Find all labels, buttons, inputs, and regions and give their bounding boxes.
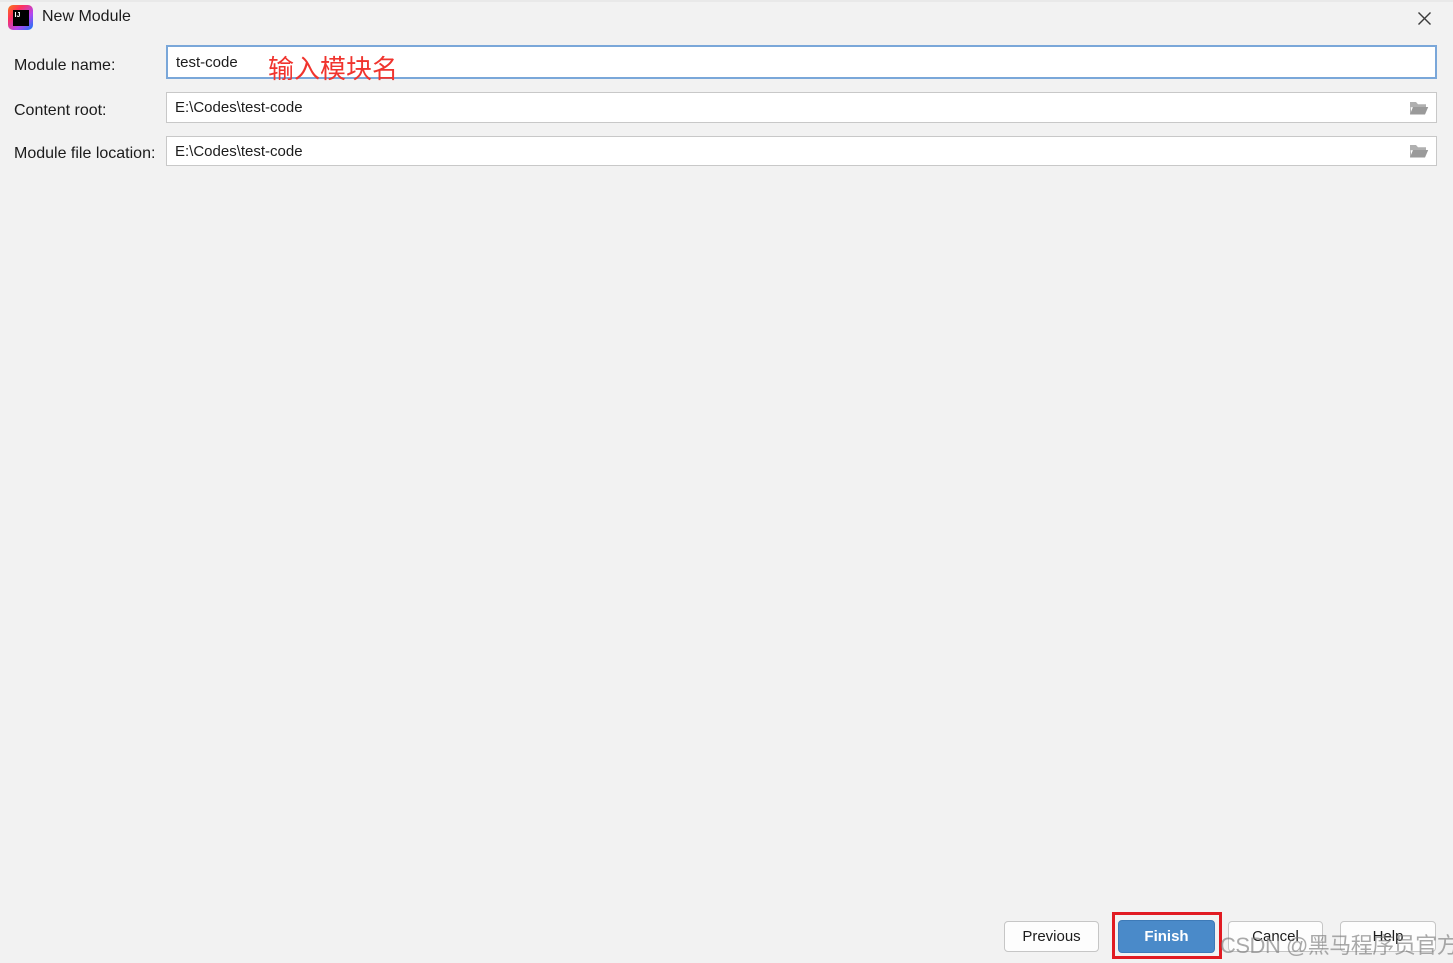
module-name-input[interactable] — [166, 45, 1437, 79]
module-file-location-input[interactable] — [166, 136, 1437, 166]
content-root-input[interactable] — [166, 92, 1437, 123]
open-folder-icon — [1410, 101, 1429, 114]
module-name-label: Module name: — [14, 57, 116, 74]
module-file-location-browse-button[interactable] — [1406, 140, 1432, 162]
close-icon — [1417, 11, 1431, 25]
content-root-label: Content root: — [14, 102, 107, 119]
module-file-location-label: Module file location: — [14, 145, 156, 162]
window-title: New Module — [42, 8, 131, 25]
title-bar: IJ New Module — [0, 0, 1453, 36]
open-folder-icon — [1410, 144, 1429, 157]
intellij-idea-logo-icon: IJ — [8, 5, 33, 30]
finish-button[interactable]: Finish — [1118, 920, 1215, 953]
intellij-idea-logo-text: IJ — [12, 9, 29, 26]
previous-button[interactable]: Previous — [1004, 921, 1099, 952]
cancel-button[interactable]: Cancel — [1228, 921, 1323, 952]
close-button[interactable] — [1407, 3, 1441, 33]
content-root-browse-button[interactable] — [1406, 97, 1432, 119]
help-button[interactable]: Help — [1340, 921, 1436, 952]
